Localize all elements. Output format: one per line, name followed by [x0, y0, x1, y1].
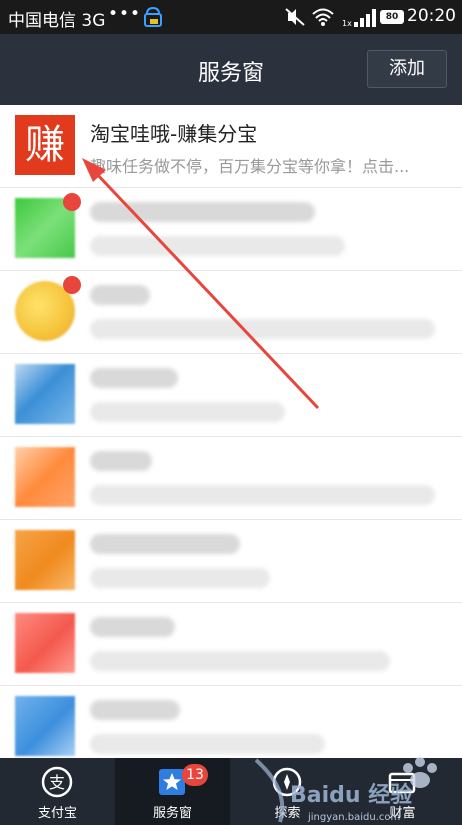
bottom-tab-bar: 支 支付宝 13 服务窗 探索 财富 Baidu 经验 jingyan.baid… — [0, 757, 462, 825]
svg-text:支: 支 — [49, 773, 65, 792]
list-item-title: 淘宝哇哦-赚集分宝 — [90, 122, 258, 146]
clock: 20:20 — [407, 6, 456, 26]
list-item-subtitle — [90, 568, 270, 588]
avatar — [15, 696, 75, 756]
list-item-title — [90, 285, 150, 305]
avatar — [15, 530, 75, 590]
bag-icon — [144, 6, 162, 27]
list-item-title — [90, 451, 152, 471]
tab-service-window[interactable]: 13 服务窗 — [115, 758, 230, 825]
list-item[interactable] — [0, 188, 462, 271]
list-item-title — [90, 700, 180, 720]
list-item[interactable] — [0, 271, 462, 354]
tab-label: 支付宝 — [37, 806, 77, 821]
list-item[interactable] — [0, 354, 462, 437]
unread-dot — [63, 276, 81, 294]
list-item-title — [90, 368, 178, 388]
list-item-subtitle — [90, 236, 345, 256]
svg-text:1x: 1x — [342, 19, 352, 28]
list-item[interactable] — [0, 437, 462, 520]
unread-count-badge: 13 — [182, 764, 208, 786]
baidu-jingyan-watermark-icon: Baidu 经验 jingyan.baidu.com — [254, 757, 437, 823]
alipay-icon: 支 — [41, 766, 73, 798]
tab-alipay[interactable]: 支 支付宝 — [0, 758, 115, 825]
zhuan-avatar: 赚 — [15, 115, 75, 175]
service-window-list: 赚 淘宝哇哦-赚集分宝 趣味任务做不停，百万集分宝等你拿！点击... — [0, 105, 462, 758]
add-button[interactable]: 添加 — [367, 50, 447, 88]
list-item-subtitle — [90, 319, 435, 339]
list-item-title — [90, 534, 240, 554]
status-bar: 中国电信 3G ••• 1x 80 20:20 — [0, 0, 462, 34]
page-header: 服务窗 添加 — [0, 34, 462, 105]
wifi-icon — [312, 8, 334, 26]
list-item-taobao-wow[interactable]: 赚 淘宝哇哦-赚集分宝 趣味任务做不停，百万集分宝等你拿！点击... — [0, 105, 462, 188]
battery-icon: 80 — [380, 10, 404, 24]
list-item[interactable] — [0, 686, 462, 758]
list-item-subtitle: 趣味任务做不停，百万集分宝等你拿！点击... — [90, 157, 410, 176]
avatar — [15, 447, 75, 507]
list-item-subtitle — [90, 651, 390, 671]
list-item-subtitle — [90, 402, 285, 422]
list-item-subtitle — [90, 485, 435, 505]
tab-label: 服务窗 — [152, 806, 192, 821]
svg-text:Baidu 经验: Baidu 经验 — [290, 782, 412, 808]
signal-icon: 1x — [342, 9, 376, 28]
carrier-name: 中国电信 3G — [8, 11, 106, 31]
unread-dot — [63, 193, 81, 211]
list-item-title — [90, 202, 315, 222]
notification-dots: ••• — [108, 4, 142, 24]
svg-text:jingyan.baidu.com: jingyan.baidu.com — [307, 812, 400, 823]
avatar — [15, 613, 75, 673]
mute-icon — [285, 8, 305, 26]
avatar — [15, 364, 75, 424]
list-item-title — [90, 617, 175, 637]
list-item[interactable] — [0, 603, 462, 686]
list-item[interactable] — [0, 520, 462, 603]
